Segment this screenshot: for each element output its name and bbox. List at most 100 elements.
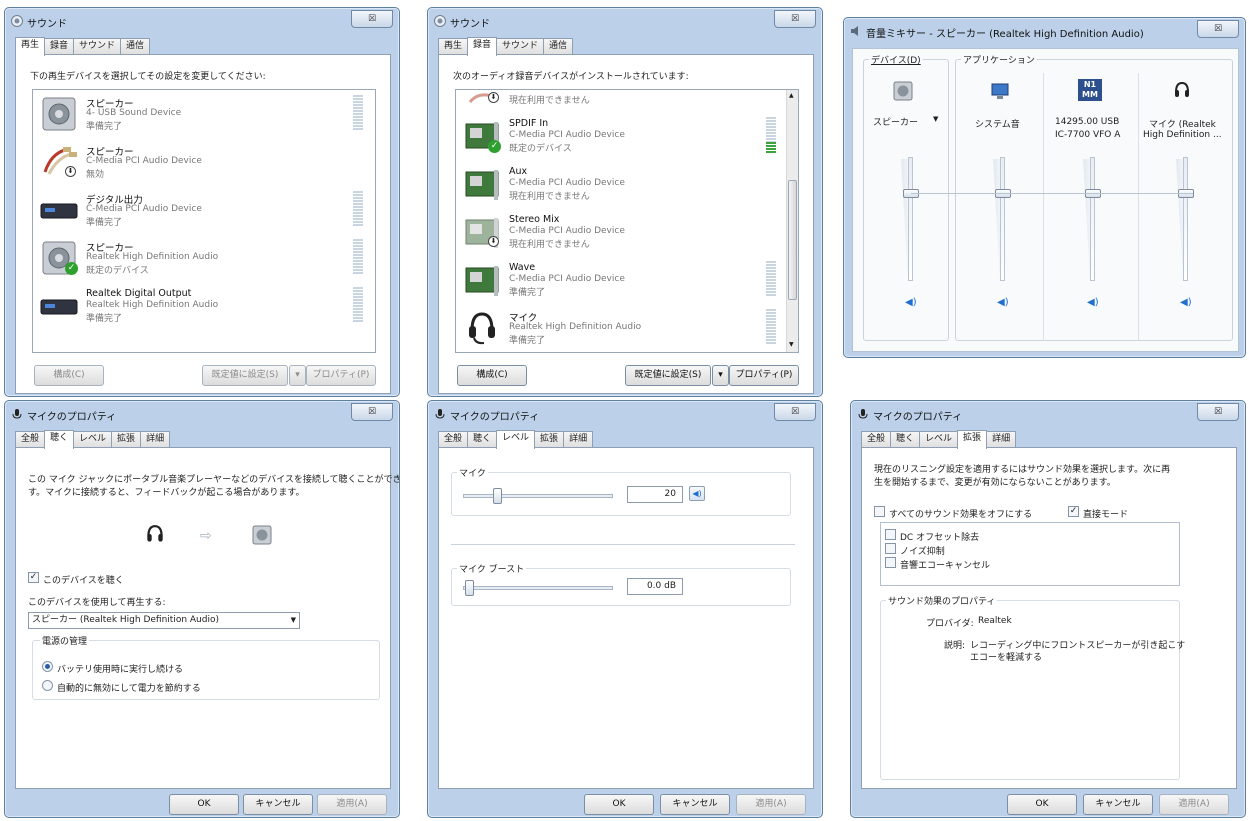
playback-device-dropdown[interactable]: スピーカー (Realtek High Definition Audio) ▼ bbox=[28, 612, 300, 629]
tab-bar: 全般 聴く レベル 拡張 詳細 bbox=[438, 430, 594, 449]
cancel-button[interactable]: キャンセル bbox=[243, 794, 313, 815]
list-item-device[interactable]: Realtek Digital Output Realtek High Defi… bbox=[33, 282, 375, 330]
tab-levels[interactable]: レベル bbox=[496, 430, 536, 449]
tab-enhancements[interactable]: 拡張 bbox=[957, 430, 988, 449]
set-default-button[interactable]: 既定値に設定(S) bbox=[625, 365, 711, 386]
close-button[interactable]: ☒ bbox=[351, 403, 393, 421]
effect-checkbox[interactable] bbox=[885, 543, 896, 554]
tab-recording[interactable]: 録音 bbox=[467, 37, 498, 56]
configure-button[interactable]: 構成(C) bbox=[34, 365, 104, 386]
tab-advanced[interactable]: 詳細 bbox=[563, 431, 594, 448]
close-button[interactable]: ☒ bbox=[1197, 20, 1239, 38]
tab-advanced[interactable]: 詳細 bbox=[140, 431, 171, 448]
tab-communications[interactable]: 通信 bbox=[120, 38, 151, 55]
close-button[interactable]: ☒ bbox=[351, 10, 393, 28]
tab-enhancements[interactable]: 拡張 bbox=[534, 431, 565, 448]
apply-button[interactable]: 適用(A) bbox=[317, 794, 387, 815]
listen-checkbox[interactable]: ✓ bbox=[28, 572, 39, 583]
tab-playback[interactable]: 再生 bbox=[15, 37, 46, 56]
list-item-partial[interactable]: ⬇ 現在利用できません bbox=[456, 90, 798, 112]
effect-checkbox[interactable] bbox=[885, 529, 896, 540]
tab-listen[interactable]: 聴く bbox=[467, 431, 498, 448]
mute-speaker-icon[interactable]: ◀) bbox=[1087, 297, 1099, 308]
list-item-device[interactable]: ⬇ スピーカー C-Media PCI Audio Device 無効 bbox=[33, 138, 375, 186]
set-default-button[interactable]: 既定値に設定(S) bbox=[202, 365, 288, 386]
mic-level-slider-thumb[interactable] bbox=[493, 488, 502, 504]
mic-boost-value[interactable]: 0.0 dB bbox=[627, 578, 683, 595]
title-bar[interactable]: マイクのプロパティ ☒ bbox=[5, 401, 399, 427]
ok-button[interactable]: OK bbox=[584, 794, 654, 815]
close-button[interactable]: ☒ bbox=[774, 10, 816, 28]
mute-speaker-icon[interactable]: ◀) bbox=[1180, 297, 1192, 308]
auto-disable-radio[interactable] bbox=[42, 680, 53, 691]
device-label[interactable]: デバイス(D) bbox=[869, 53, 923, 66]
set-default-dropdown[interactable]: ▾ bbox=[712, 365, 729, 386]
list-item-device[interactable]: スピーカー 4- USB Sound Device 準備完了 bbox=[33, 90, 375, 138]
mic-level-value[interactable]: 20 bbox=[627, 486, 683, 503]
scroll-down-arrow[interactable]: ▼ bbox=[789, 341, 794, 348]
device-name: Realtek Digital Output bbox=[86, 288, 192, 299]
scroll-up-arrow[interactable]: ▲ bbox=[789, 92, 794, 99]
list-item-device[interactable]: デジタル出力 C-Media PCI Audio Device 準備完了 bbox=[33, 186, 375, 234]
effect-label: 音響エコーキャンセル bbox=[900, 561, 991, 571]
window-title: マイクのプロパティ bbox=[873, 412, 963, 423]
direct-mode-checkbox[interactable]: ✓ bbox=[1068, 506, 1079, 517]
title-bar[interactable]: マイクのプロパティ ☒ bbox=[851, 401, 1245, 427]
list-item-device[interactable]: Aux C-Media PCI Audio Device 現在利用できません bbox=[456, 160, 798, 208]
list-item-device[interactable]: ⬇ Stereo Mix C-Media PCI Audio Device 現在… bbox=[456, 208, 798, 256]
tab-recording[interactable]: 録音 bbox=[44, 38, 75, 55]
applications-label: アプリケーション bbox=[961, 53, 1037, 66]
list-item-device[interactable]: ✓ SPDIF In C-Media PCI Audio Device 既定のデ… bbox=[456, 112, 798, 160]
speaker-device-icon bbox=[893, 81, 913, 101]
volume-mixer-window: 音量ミキサー - スピーカー (Realtek High Definition … bbox=[843, 17, 1246, 358]
title-bar[interactable]: サウンド ☒ bbox=[428, 8, 822, 34]
device-list[interactable]: ⬇ 現在利用できません ✓ SPDIF In C-Media PCI Audio… bbox=[455, 89, 799, 353]
chevron-down-icon[interactable]: ▼ bbox=[933, 115, 938, 123]
set-default-dropdown[interactable]: ▾ bbox=[289, 365, 306, 386]
tab-levels[interactable]: レベル bbox=[919, 431, 959, 448]
ok-button[interactable]: OK bbox=[1007, 794, 1077, 815]
tab-communications[interactable]: 通信 bbox=[543, 38, 574, 55]
effects-list[interactable]: DC オフセット除去 ノイズ抑制 音響エコーキャンセル bbox=[880, 522, 1180, 586]
title-bar[interactable]: 音量ミキサー - スピーカー (Realtek High Definition … bbox=[844, 18, 1245, 44]
mute-speaker-icon[interactable]: ◀) bbox=[689, 486, 705, 501]
close-button[interactable]: ☒ bbox=[774, 403, 816, 421]
cancel-button[interactable]: キャンセル bbox=[660, 794, 730, 815]
effect-checkbox[interactable] bbox=[885, 557, 896, 568]
scrollbar-thumb[interactable] bbox=[788, 180, 797, 300]
list-item-device[interactable]: マイク Realtek High Definition Audio 準備完了 bbox=[456, 304, 798, 352]
device-list-scrollbar[interactable]: ▲ ▼ bbox=[786, 90, 798, 352]
mute-speaker-icon[interactable]: ◀) bbox=[997, 297, 1009, 308]
tab-listen[interactable]: 聴く bbox=[44, 430, 75, 449]
list-item-device[interactable]: Wave C-Media PCI Audio Device 準備完了 bbox=[456, 256, 798, 304]
mute-speaker-icon[interactable]: ◀) bbox=[905, 297, 917, 308]
tab-playback[interactable]: 再生 bbox=[438, 38, 469, 55]
tab-sounds[interactable]: サウンド bbox=[73, 38, 122, 55]
close-button[interactable]: ☒ bbox=[1197, 403, 1239, 421]
tab-listen[interactable]: 聴く bbox=[890, 431, 921, 448]
microphone-headset-icon bbox=[147, 525, 163, 542]
tab-enhancements[interactable]: 拡張 bbox=[111, 431, 142, 448]
device-list[interactable]: スピーカー 4- USB Sound Device 準備完了 ⬇ スピーカー C… bbox=[32, 89, 376, 353]
tab-advanced[interactable]: 詳細 bbox=[986, 431, 1017, 448]
keep-running-radio[interactable] bbox=[42, 661, 53, 672]
tab-sounds[interactable]: サウンド bbox=[496, 38, 545, 55]
tab-levels[interactable]: レベル bbox=[73, 431, 113, 448]
apply-button[interactable]: 適用(A) bbox=[736, 794, 806, 815]
device-name[interactable]: スピーカー bbox=[873, 115, 918, 128]
tab-general[interactable]: 全般 bbox=[15, 431, 46, 448]
device-name: SPDIF In bbox=[509, 118, 549, 129]
tab-general[interactable]: 全般 bbox=[861, 431, 892, 448]
properties-button[interactable]: プロパティ(P) bbox=[729, 365, 799, 386]
ok-button[interactable]: OK bbox=[169, 794, 239, 815]
properties-button[interactable]: プロパティ(P) bbox=[306, 365, 376, 386]
apply-button[interactable]: 適用(A) bbox=[1159, 794, 1229, 815]
tab-general[interactable]: 全般 bbox=[438, 431, 469, 448]
title-bar[interactable]: サウンド ☒ bbox=[5, 8, 399, 34]
disable-all-effects-checkbox[interactable] bbox=[874, 506, 885, 517]
list-item-device[interactable]: ✓ スピーカー Realtek High Definition Audio 既定… bbox=[33, 234, 375, 282]
title-bar[interactable]: マイクのプロパティ ☒ bbox=[428, 401, 822, 427]
cancel-button[interactable]: キャンセル bbox=[1083, 794, 1153, 815]
mic-boost-slider-thumb[interactable] bbox=[465, 580, 474, 596]
configure-button[interactable]: 構成(C) bbox=[457, 365, 527, 386]
